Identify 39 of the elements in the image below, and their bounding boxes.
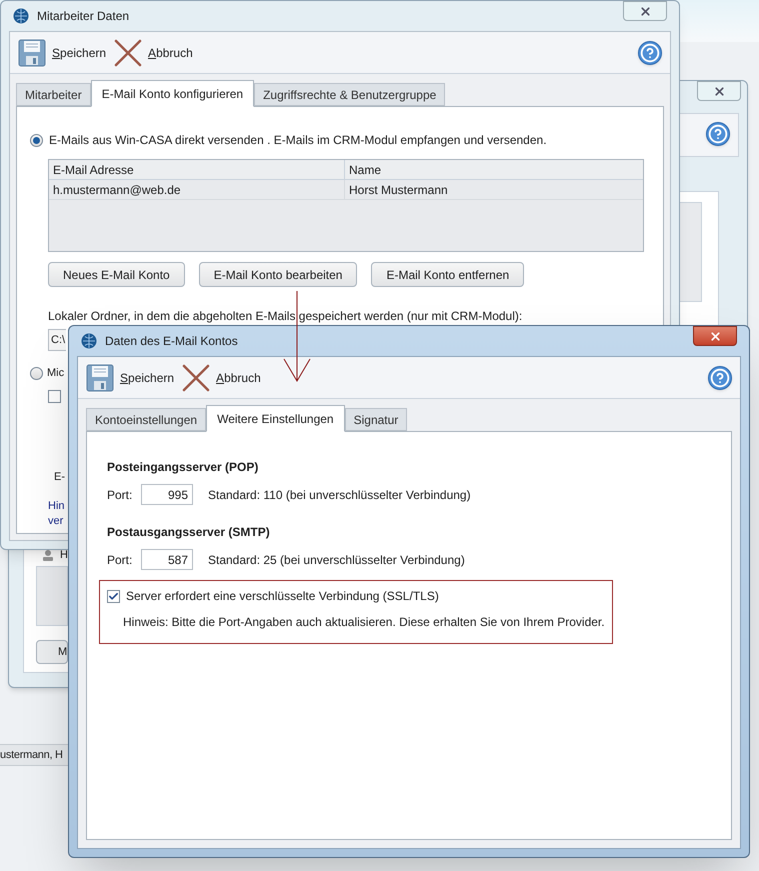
port-note: Standard: 25 (bei unverschlüsselter Verbindung) bbox=[208, 552, 465, 568]
folder-label: Lokaler Ordner, in dem die abgeholten E-Mails gespeichert werden (nur mit CRM-Modul): bbox=[48, 308, 522, 325]
port-label: Port: bbox=[107, 486, 134, 504]
tab[interactable]: Weitere Einstellungen bbox=[206, 405, 345, 432]
tab[interactable]: Kontoeinstellungen bbox=[86, 408, 206, 431]
port-field[interactable]: 587 bbox=[141, 549, 193, 570]
tab[interactable]: Mitarbeiter bbox=[16, 83, 91, 106]
field-label: E- bbox=[54, 470, 65, 484]
dialog-button[interactable]: Neues E-Mail Konto bbox=[48, 262, 185, 287]
dialog-button[interactable]: E-Mail Konto bearbeiten bbox=[198, 262, 358, 287]
folder-field[interactable]: C:\ bbox=[48, 329, 66, 351]
dialog-button[interactable]: M bbox=[36, 640, 68, 664]
cancel-button[interactable]: Abbruch bbox=[182, 364, 261, 392]
window-title: Daten des E-Mail Kontos bbox=[105, 333, 238, 350]
port-field[interactable]: 995 bbox=[141, 484, 193, 505]
checkbox-label: Server erfordert eine verschlüsselte Verbindung (SSL/TLS) bbox=[126, 588, 439, 605]
radio-label: E-Mails aus Win-CASA direkt versenden . E-Mails im CRM-Modul empfangen und versenden. bbox=[49, 132, 547, 149]
hint-text: ver bbox=[48, 514, 64, 529]
hint-text: Hinweis: Bitte die Port-Angaben auch aktualisieren. Diese erhalten Sie von Ihrem Provider. bbox=[123, 614, 605, 631]
window-title: Mitarbeiter Daten bbox=[37, 8, 130, 25]
port-label: Port: bbox=[107, 552, 134, 568]
hint-text: Hin bbox=[48, 499, 65, 514]
tab[interactable]: Zugriffsrechte & Benutzergruppe bbox=[254, 83, 446, 106]
tab[interactable]: Signatur bbox=[344, 408, 408, 431]
table-cell: h.mustermann@web.de bbox=[49, 180, 345, 199]
save-button[interactable]: Speichern bbox=[86, 364, 174, 392]
table-cell-text: Horst Mustermann bbox=[348, 182, 449, 199]
column-header: Name bbox=[348, 162, 382, 179]
dialog-button[interactable]: E-Mail Konto entfernen bbox=[371, 262, 524, 287]
section-heading: Postausgangsserver (SMTP) bbox=[107, 524, 271, 541]
tab[interactable]: E-Mail Konto konfigurieren bbox=[90, 80, 254, 107]
cancel-button[interactable]: Abbruch bbox=[114, 38, 193, 66]
column-header: H bbox=[60, 548, 68, 563]
port-note: Standard: 110 (bei unverschlüsselter Verbindung) bbox=[208, 486, 471, 504]
section-heading: Posteingangsserver (POP) bbox=[107, 459, 260, 476]
column-header: E-Mail Adresse bbox=[49, 160, 345, 179]
status-text: ustermann, H bbox=[0, 748, 63, 763]
save-button[interactable]: Speichern bbox=[18, 38, 106, 66]
radio-label: Mic bbox=[47, 366, 64, 381]
